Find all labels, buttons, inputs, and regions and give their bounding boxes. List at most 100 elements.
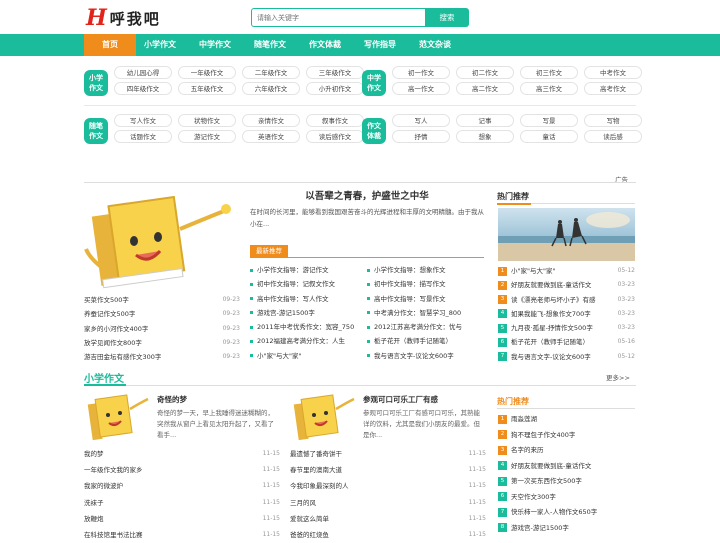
- category-link[interactable]: 高一作文: [392, 82, 450, 95]
- category-link[interactable]: 叙事作文: [306, 114, 364, 127]
- category-link[interactable]: 想象: [456, 130, 514, 143]
- category-link[interactable]: 幼儿园心得: [114, 66, 172, 79]
- nav-primary[interactable]: 小学作文: [136, 34, 184, 56]
- list-item[interactable]: 5 第一次买东西作文500字: [498, 474, 635, 490]
- search-button[interactable]: 搜索: [425, 8, 469, 27]
- category-link[interactable]: 写人: [392, 114, 450, 127]
- category-link[interactable]: 写人作文: [114, 114, 172, 127]
- search-input[interactable]: [251, 8, 425, 27]
- list-item[interactable]: 4 如果我能飞-想象作文700字 03-23: [498, 307, 635, 321]
- category-link[interactable]: 童话: [520, 130, 578, 143]
- list-item[interactable]: 初中作文指导：记叙文作文: [250, 277, 368, 291]
- nav-misc[interactable]: 范文杂谈: [411, 34, 459, 56]
- list-item[interactable]: 放鞭炮 11-15: [84, 511, 280, 527]
- list-item[interactable]: 今我印象最深刻的人 11-15: [290, 478, 486, 494]
- list-item[interactable]: 我家的微波炉 11-15: [84, 478, 280, 494]
- list-item[interactable]: 春节里的澳南大道 11-15: [290, 462, 486, 478]
- category-badge[interactable]: 作文 体裁: [362, 118, 386, 144]
- nav-guide[interactable]: 写作指导: [356, 34, 404, 56]
- category-link[interactable]: 高二作文: [456, 82, 514, 95]
- category-link[interactable]: 初一作文: [392, 66, 450, 79]
- category-link[interactable]: 状物作文: [178, 114, 236, 127]
- article-title[interactable]: 参观可口可乐工厂有感: [363, 394, 438, 405]
- category-link[interactable]: 亲情作文: [242, 114, 300, 127]
- category-link[interactable]: 初三作文: [520, 66, 578, 79]
- list-item[interactable]: 栀子花开（教师手记随笔）: [367, 334, 485, 348]
- category-link[interactable]: 写景: [520, 114, 578, 127]
- list-item[interactable]: 我与语言文字-议论文600字: [367, 349, 485, 363]
- list-item[interactable]: 2011年中考优秀作文：宽容_750: [250, 320, 368, 334]
- category-link[interactable]: 读后感: [584, 130, 642, 143]
- nav-middle[interactable]: 中学作文: [191, 34, 239, 56]
- list-item[interactable]: 1 雨淼莲湖: [498, 412, 635, 428]
- category-link[interactable]: 高三作文: [520, 82, 578, 95]
- list-item[interactable]: 8 游戏宫-游记1500字: [498, 521, 635, 537]
- nav-essay[interactable]: 随笔作文: [246, 34, 294, 56]
- category-link[interactable]: 抒情: [392, 130, 450, 143]
- list-item[interactable]: 1 小"家"与大"家" 05-12: [498, 264, 635, 278]
- book-mascot-image[interactable]: [84, 189, 238, 290]
- category-link[interactable]: 英语作文: [242, 130, 300, 143]
- list-item[interactable]: 家乡的小河作文400字 09-23: [84, 322, 240, 336]
- category-link[interactable]: 高考作文: [584, 82, 642, 95]
- category-link[interactable]: 六年级作文: [242, 82, 300, 95]
- category-link[interactable]: 初二作文: [456, 66, 514, 79]
- category-link[interactable]: 二年级作文: [242, 66, 300, 79]
- list-item[interactable]: 三月的风 11-15: [290, 495, 486, 511]
- nav-home[interactable]: 首页: [84, 34, 136, 56]
- category-link[interactable]: 小升初作文: [306, 82, 364, 95]
- list-item[interactable]: 买菜作文500字 09-23: [84, 293, 240, 307]
- list-item[interactable]: 游戏宫-游记1500字: [250, 306, 368, 320]
- category-link[interactable]: 记事: [456, 114, 514, 127]
- list-item[interactable]: 7 快乐柿一家人-人物作文650字: [498, 505, 635, 521]
- nav-genre[interactable]: 作文体裁: [301, 34, 349, 56]
- category-link[interactable]: 中考作文: [584, 66, 642, 79]
- list-item[interactable]: 2012江苏高考满分作文：忧与: [367, 320, 485, 334]
- list-item[interactable]: 高中作文指导：写人作文: [250, 292, 368, 306]
- category-link[interactable]: 游记作文: [178, 130, 236, 143]
- category-link[interactable]: 话题作文: [114, 130, 172, 143]
- list-item[interactable]: 中考满分作文：智慧学习_800: [367, 306, 485, 320]
- list-item[interactable]: 2 好朋友就要做到底-童话作文 03-23: [498, 278, 635, 292]
- category-badge[interactable]: 小学 作文: [84, 70, 108, 96]
- list-item[interactable]: 3 名字的来历: [498, 443, 635, 459]
- category-link[interactable]: 一年级作文: [178, 66, 236, 79]
- category-link[interactable]: 写物: [584, 114, 642, 127]
- list-item[interactable]: 5 九月夜·孤星-抒情作文500字 03-23: [498, 321, 635, 335]
- list-item[interactable]: 高中作文指导：写景作文: [367, 292, 485, 306]
- list-item[interactable]: 2 狗不理包子作文400字: [498, 428, 635, 444]
- category-badge[interactable]: 随笔 作文: [84, 118, 108, 144]
- list-item[interactable]: 我的梦 11-15: [84, 446, 280, 462]
- list-item[interactable]: 6 栀子花开（教师手记随笔） 05-16: [498, 335, 635, 349]
- category-badge[interactable]: 中学 作文: [362, 70, 386, 96]
- list-item[interactable]: 一年级作文我的家乡 11-15: [84, 462, 280, 478]
- article-card[interactable]: 参观可口可乐工厂有感 参观可口可乐工厂有感可口可乐，其熟能详的饮料，尤其是我们小…: [290, 391, 480, 445]
- list-item[interactable]: 小学作文指导：游记作文: [250, 263, 368, 277]
- beach-photo[interactable]: [498, 208, 635, 261]
- list-item[interactable]: 最遗憾了番奇饼干 11-15: [290, 446, 486, 462]
- category-link[interactable]: 三年级作文: [306, 66, 364, 79]
- list-item[interactable]: 爱就这么简单 11-15: [290, 511, 486, 527]
- list-item[interactable]: 洗袜子 11-15: [84, 495, 280, 511]
- category-link[interactable]: 四年级作文: [114, 82, 172, 95]
- list-item[interactable]: 放学见闻作文800字 09-23: [84, 336, 240, 350]
- article-card[interactable]: 奇怪的梦 奇怪的梦一天，早上我睡得迷迷糊糊的，突然我从窗户上看见太阳升起了，又看…: [84, 391, 274, 445]
- list-item[interactable]: 2012福建高考满分作文：人生: [250, 334, 368, 348]
- more-link[interactable]: 更多>>: [606, 372, 630, 382]
- list-item[interactable]: 6 天空作文300字: [498, 490, 635, 506]
- site-logo[interactable]: H 呼我吧: [86, 5, 161, 31]
- list-item[interactable]: 小学作文指导：想象作文: [367, 263, 485, 277]
- list-item[interactable]: 3 读《漂亮老师与坏小子》有感 03-23: [498, 293, 635, 307]
- list-item[interactable]: 小"家"与大"家": [250, 349, 368, 363]
- list-item[interactable]: 初中作文指导：描写作文: [367, 277, 485, 291]
- list-item[interactable]: 爸爸的红烧鱼 11-15: [290, 527, 486, 543]
- category-link[interactable]: 读后感作文: [306, 130, 364, 143]
- list-item[interactable]: 4 好朋友就要做到底-童话作文: [498, 459, 635, 475]
- section-title[interactable]: 小学作文: [84, 370, 124, 385]
- list-item[interactable]: 养蚕记作文500字 09-23: [84, 307, 240, 321]
- headline[interactable]: 以吾辈之青春，护盛世之中华: [250, 188, 484, 202]
- article-title[interactable]: 奇怪的梦: [157, 394, 187, 405]
- list-item[interactable]: 游吉田金坛有感作文300字 09-23: [84, 350, 240, 364]
- list-item[interactable]: 在科技馆里书法比赛 11-15: [84, 527, 280, 543]
- category-link[interactable]: 五年级作文: [178, 82, 236, 95]
